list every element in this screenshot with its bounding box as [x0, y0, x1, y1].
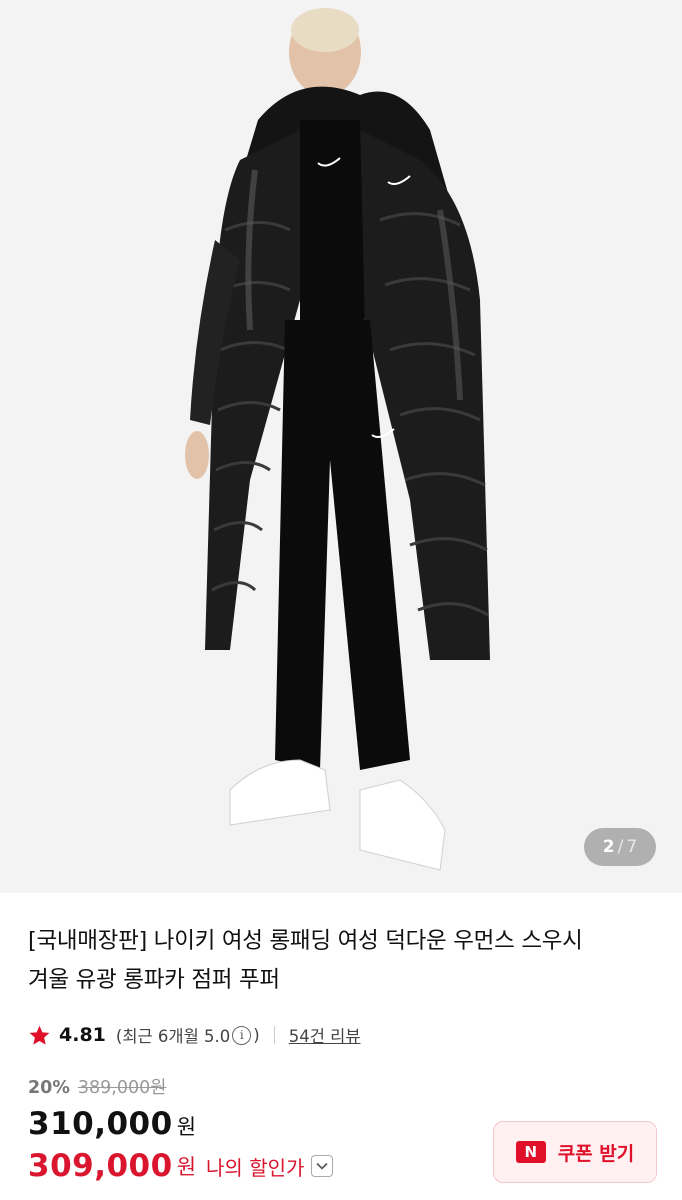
- get-coupon-button[interactable]: N 쿠폰 받기: [493, 1121, 657, 1183]
- my-discounted-price: 309,000: [28, 1148, 173, 1184]
- my-price-label: 나의 할인가: [206, 1155, 305, 1180]
- my-price-row[interactable]: 309,000 원 나의 할인가: [28, 1148, 334, 1184]
- review-count-link[interactable]: 54건 리뷰: [289, 1023, 361, 1047]
- image-counter-separator: /: [617, 837, 624, 857]
- naver-badge-icon: N: [515, 1141, 546, 1163]
- my-price-currency: 원: [176, 1155, 197, 1179]
- product-title: [국내매장판] 나이키 여성 롱패딩 여성 덕다운 우먼스 스우시 겨울 유광 …: [28, 922, 658, 1000]
- image-counter-total: 7: [626, 837, 638, 857]
- discount-row: 20% 389,000원: [28, 1074, 166, 1099]
- rating-row: 4.81 (최근 6개월 5.0 i ) 54건 리뷰: [28, 1020, 361, 1050]
- recent-rating-text: (최근 6개월 5.0: [115, 1027, 231, 1046]
- image-counter: 2 / 7: [584, 828, 656, 866]
- info-icon[interactable]: i: [232, 1025, 252, 1045]
- sale-price: 310,000: [28, 1106, 173, 1142]
- image-counter-current: 2: [602, 837, 615, 857]
- product-detail-page: 2 / 7 [국내매장판] 나이키 여성 롱패딩 여성 덕다운 우먼스 스우시 …: [0, 0, 682, 1200]
- product-title-line2: 겨울 유광 롱파카 점퍼 푸퍼: [28, 967, 280, 993]
- recent-rating-close: ): [253, 1025, 260, 1045]
- divider: [273, 1026, 275, 1044]
- chevron-down-icon: [316, 1162, 328, 1170]
- my-price-toggle[interactable]: [311, 1155, 334, 1177]
- price-currency: 원: [176, 1115, 197, 1139]
- star-icon: [29, 1025, 50, 1045]
- recent-rating: (최근 6개월 5.0 i ): [116, 1023, 260, 1047]
- discount-rate: 20%: [28, 1078, 70, 1098]
- product-image-gallery[interactable]: 2 / 7: [0, 0, 682, 893]
- price-row: 310,000 원: [28, 1106, 196, 1142]
- get-coupon-label: 쿠폰 받기: [557, 1142, 635, 1165]
- rating-score: 4.81: [59, 1024, 106, 1046]
- product-photo: [0, 0, 682, 893]
- original-price: 389,000원: [77, 1078, 167, 1098]
- product-title-line1: [국내매장판] 나이키 여성 롱패딩 여성 덕다운 우먼스 스우시: [28, 928, 583, 954]
